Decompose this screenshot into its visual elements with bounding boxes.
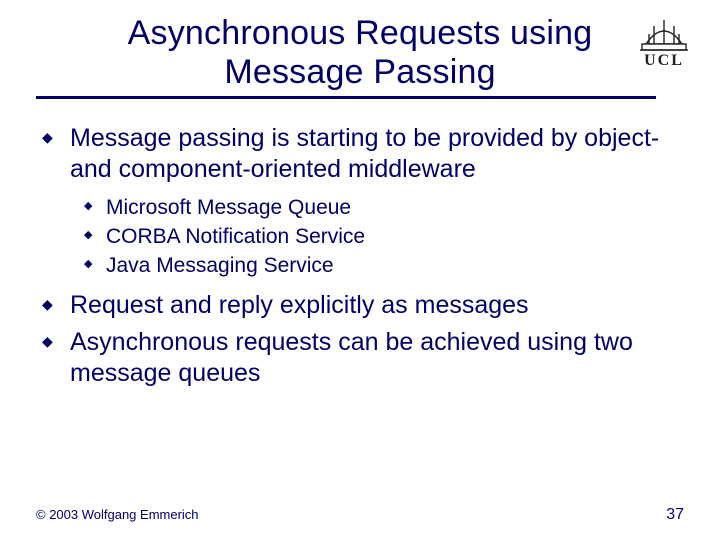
bullet-text: Microsoft Message Queue	[106, 196, 351, 219]
slide-body: Message passing is starting to be provid…	[36, 123, 684, 389]
footer: © 2003 Wolfgang Emmerich 37	[36, 506, 684, 524]
page-number: 37	[666, 506, 684, 524]
title-block: Asynchronous Requests using Message Pass…	[36, 14, 684, 105]
list-item: Java Messaging Service	[84, 252, 684, 279]
list-item: Microsoft Message Queue	[84, 194, 684, 221]
list-item: Message passing is starting to be provid…	[42, 123, 684, 279]
bullet-text: Asynchronous requests can be achieved us…	[70, 328, 633, 387]
slide: UCL Asynchronous Requests using Message …	[0, 0, 720, 540]
bullet-text: Message passing is starting to be provid…	[70, 124, 659, 183]
title-underline	[36, 96, 656, 99]
copyright: © 2003 Wolfgang Emmerich	[36, 507, 199, 522]
list-item: Asynchronous requests can be achieved us…	[42, 327, 684, 390]
list-item: CORBA Notification Service	[84, 223, 684, 250]
sub-bullet-list: Microsoft Message Queue CORBA Notificati…	[84, 194, 684, 280]
bullet-text: Request and reply explicitly as messages	[70, 291, 529, 319]
bullet-list: Message passing is starting to be provid…	[42, 123, 684, 389]
bullet-text: CORBA Notification Service	[106, 225, 365, 248]
title-line: Message Passing	[224, 53, 495, 91]
title-line: Asynchronous Requests using	[128, 14, 593, 52]
bullet-text: Java Messaging Service	[106, 254, 334, 277]
slide-title: Asynchronous Requests using Message Pass…	[36, 14, 684, 92]
list-item: Request and reply explicitly as messages	[42, 290, 684, 321]
